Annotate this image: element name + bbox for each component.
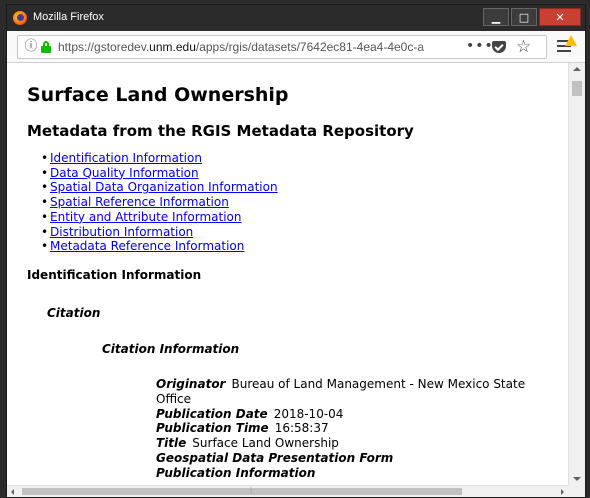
citation-fields: Originator Bureau of Land Management - Ne… (156, 377, 536, 481)
field-geospatial-form: Geospatial Data Presentation Form (156, 451, 536, 466)
toc-item: Entity and Attribute Information (41, 210, 278, 225)
page-title: Surface Land Ownership (27, 84, 289, 106)
toc-link-identification[interactable]: Identification Information (50, 151, 202, 165)
citation-info-heading: Citation Information (102, 342, 240, 356)
page-actions-more-icon[interactable]: ••• (466, 39, 494, 53)
table-of-contents: Identification Information Data Quality … (41, 151, 278, 254)
toc-link-distribution[interactable]: Distribution Information (50, 225, 193, 239)
pocket-icon[interactable] (492, 41, 506, 53)
url-domain: unm.edu (149, 40, 196, 54)
navigation-toolbar: ⓘ https://gstoredev.unm.edu/apps/rgis/da… (7, 31, 585, 63)
url-path: /apps/rgis/datasets/7642ec81-4ea4-4e0c-a (195, 40, 425, 54)
url-fade (418, 37, 458, 57)
hamburger-menu-icon[interactable] (557, 35, 577, 54)
window-controls: ▁ □ ✕ (483, 8, 581, 26)
field-label: Originator (156, 377, 226, 391)
info-icon[interactable]: ⓘ (23, 38, 39, 54)
url-text[interactable]: https://gstoredev.unm.edu/apps/rgis/data… (58, 40, 456, 56)
scroll-left-arrow-icon[interactable] (11, 489, 14, 495)
firefox-logo-icon (13, 11, 27, 25)
window-title: Mozilla Firefox (33, 11, 104, 23)
toc-item: Spatial Reference Information (41, 195, 278, 210)
toc-link-entity-attribute[interactable]: Entity and Attribute Information (50, 210, 242, 224)
toc-link-data-quality[interactable]: Data Quality Information (50, 166, 199, 180)
field-originator: Originator Bureau of Land Management - Ne… (156, 377, 536, 407)
field-title: Title Surface Land Ownership (156, 436, 536, 451)
field-value: 2018-10-04 (273, 406, 344, 421)
citation-heading: Citation (47, 306, 101, 320)
scroll-up-arrow-icon[interactable] (573, 67, 581, 71)
browser-window: Mozilla Firefox ▁ □ ✕ ⓘ https://gstorede… (6, 4, 586, 498)
toc-item: Metadata Reference Information (41, 239, 278, 254)
field-publication-date: Publication Date 2018-10-04 (156, 407, 536, 422)
field-publication-information: Publication Information (156, 466, 536, 481)
toc-item: Identification Information (41, 151, 278, 166)
section-title-identification: Identification Information (27, 268, 202, 282)
warning-icon (565, 35, 577, 46)
scrollbar-corner (568, 485, 585, 497)
vertical-scroll-thumb[interactable] (572, 81, 582, 96)
page-content: Surface Land Ownership Metadata from the… (7, 63, 568, 485)
toc-link-metadata-reference[interactable]: Metadata Reference Information (50, 239, 244, 253)
field-label: Title (156, 436, 187, 451)
scroll-down-arrow-icon[interactable] (573, 477, 581, 481)
title-bar: Mozilla Firefox ▁ □ ✕ (7, 5, 585, 31)
bookmark-star-icon[interactable]: ☆ (516, 37, 531, 57)
minimize-button[interactable]: ▁ (483, 8, 509, 26)
horizontal-scrollbar[interactable]: ⦙ (7, 485, 568, 497)
toc-item: Distribution Information (41, 225, 278, 240)
toc-item: Data Quality Information (41, 166, 278, 181)
field-value: Surface Land Ownership (192, 436, 339, 451)
grip-icon: ⦙ (250, 486, 252, 495)
toc-link-spatial-reference[interactable]: Spatial Reference Information (50, 195, 229, 209)
field-label: Publication Information (156, 465, 316, 480)
field-value: 16:58:37 (274, 421, 329, 436)
field-label: Publication Time (156, 421, 269, 436)
toc-item: Spatial Data Organization Information (41, 180, 278, 195)
field-label: Publication Date (156, 406, 268, 421)
lock-icon[interactable] (41, 41, 51, 53)
url-prefix: https://gstoredev. (58, 40, 150, 54)
scroll-right-arrow-icon[interactable] (561, 489, 564, 495)
field-publication-time: Publication Time 16:58:37 (156, 421, 536, 436)
field-label: Geospatial Data Presentation Form (156, 450, 394, 465)
close-button[interactable]: ✕ (539, 8, 581, 26)
url-bar[interactable]: ⓘ https://gstoredev.unm.edu/apps/rgis/da… (17, 35, 547, 59)
vertical-scrollbar[interactable] (568, 63, 585, 485)
page-subtitle: Metadata from the RGIS Metadata Reposito… (27, 122, 414, 140)
horizontal-scroll-thumb[interactable]: ⦙ (22, 486, 462, 495)
toc-link-spatial-data-organization[interactable]: Spatial Data Organization Information (50, 180, 278, 194)
maximize-button[interactable]: □ (511, 8, 537, 26)
